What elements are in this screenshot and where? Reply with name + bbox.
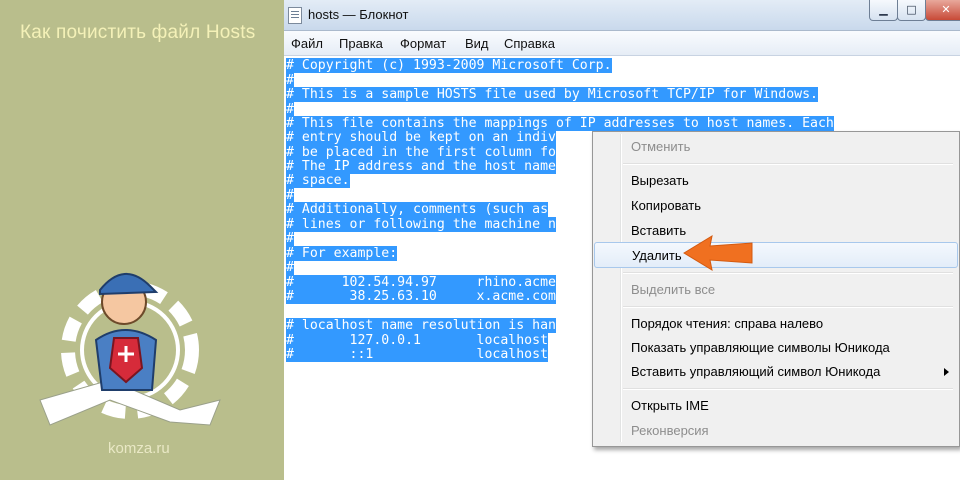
text-line: # entry should be kept on an indiv (286, 130, 556, 145)
context-menu: Отменить Вырезать Копировать Вставить Уд… (592, 131, 960, 447)
menu-item-open-ime[interactable]: Открыть IME (595, 395, 957, 417)
selected-text: # (286, 73, 294, 88)
text-line: # (286, 73, 294, 88)
notepad-icon (288, 7, 302, 24)
menu-item-paste-label: Вставить (631, 223, 687, 238)
selected-text: # (286, 188, 294, 203)
text-line: # The IP address and the host name (286, 159, 556, 174)
selected-text: # localhost name resolution is han (286, 318, 556, 333)
close-icon: ✕ (941, 3, 951, 16)
menu-separator (623, 163, 953, 165)
selected-text: # (286, 260, 294, 275)
text-line: # 127.0.0.1 localhost (286, 333, 549, 348)
selected-text: # entry should be kept on an indiv (286, 130, 556, 145)
site-watermark: komza.ru (108, 440, 170, 457)
close-button[interactable]: ✕ (925, 0, 960, 21)
text-line: # (286, 231, 294, 246)
menu-format[interactable]: Формат (400, 36, 446, 51)
window-title: hosts — Блокнот (308, 7, 409, 22)
text-line: # This is a sample HOSTS file used by Mi… (286, 87, 818, 102)
menu-item-rtl-label: Порядок чтения: справа налево (631, 316, 824, 331)
menu-item-delete-label: Удалить (632, 248, 682, 263)
menu-item-select-all[interactable]: Выделить все (595, 279, 957, 301)
menu-item-paste[interactable]: Вставить (595, 220, 957, 242)
text-line: # ::1 localhost (286, 347, 549, 362)
minimize-button[interactable]: ▁ (869, 0, 898, 21)
menu-item-open-ime-label: Открыть IME (631, 398, 709, 413)
menu-item-undo-label: Отменить (631, 139, 691, 154)
selected-text: # For example: (286, 246, 398, 261)
text-line: # 102.54.94.97 rhino.acme (286, 275, 556, 290)
selected-text: # space. (286, 173, 350, 188)
menu-item-insert-unicode-label: Вставить управляющий символ Юникода (631, 364, 881, 379)
menu-item-select-all-label: Выделить все (631, 282, 716, 297)
menu-item-insert-unicode[interactable]: Вставить управляющий символ Юникода (595, 361, 957, 383)
text-line: # be placed in the first column fo (286, 145, 556, 160)
text-line: # space. (286, 173, 350, 188)
minimize-icon: ▁ (879, 3, 888, 16)
menu-help[interactable]: Справка (504, 36, 555, 51)
menu-item-cut-label: Вырезать (631, 173, 689, 188)
menu-edit[interactable]: Правка (339, 36, 383, 51)
menu-separator (623, 388, 953, 390)
selected-text: # This file contains the mappings of IP … (286, 116, 834, 131)
menu-item-rtl[interactable]: Порядок чтения: справа налево (595, 313, 957, 335)
menu-separator (623, 306, 953, 308)
menu-bar: Файл Правка Формат Вид Справка (284, 31, 960, 56)
selected-text: # This is a sample HOSTS file used by Mi… (286, 87, 818, 102)
text-line: # 38.25.63.10 x.acme.com (286, 289, 556, 304)
text-line: # This file contains the mappings of IP … (286, 116, 834, 131)
menu-item-reconversion-label: Реконверсия (631, 423, 709, 438)
selected-text: # 102.54.94.97 rhino.acme (286, 275, 556, 290)
menu-view[interactable]: Вид (465, 36, 489, 51)
menu-item-copy-label: Копировать (631, 198, 701, 213)
text-line: # (286, 188, 294, 203)
text-line: # Additionally, comments (such as (286, 202, 549, 217)
text-line: # (286, 102, 294, 117)
selected-text: # Additionally, comments (such as (286, 202, 549, 217)
text-line: # Copyright (c) 1993-2009 Microsoft Corp… (286, 58, 612, 73)
selected-text: # 127.0.0.1 localhost (286, 333, 549, 348)
banner-title: Как почистить файл Hosts (20, 22, 256, 43)
menu-item-cut[interactable]: Вырезать (595, 170, 957, 192)
selected-text: # ::1 localhost (286, 347, 549, 362)
text-line: # localhost name resolution is han (286, 318, 556, 333)
menu-item-show-unicode[interactable]: Показать управляющие символы Юникода (595, 337, 957, 359)
menu-item-copy[interactable]: Копировать (595, 195, 957, 217)
banner-panel: Как почистить файл Hosts komza.ru (0, 0, 284, 480)
menu-item-undo[interactable]: Отменить (595, 136, 957, 158)
text-line: # For example: (286, 246, 398, 261)
maximize-button[interactable]: □ (897, 0, 926, 21)
submenu-arrow-icon (944, 368, 949, 376)
menu-item-show-unicode-label: Показать управляющие символы Юникода (631, 340, 890, 355)
title-bar[interactable]: hosts — Блокнот ▁ □ ✕ (284, 0, 960, 31)
menu-item-reconversion[interactable]: Реконверсия (595, 420, 957, 442)
selected-text: # lines or following the machine n (286, 217, 556, 232)
menu-separator (623, 272, 953, 274)
text-line: # (286, 260, 294, 275)
pointer-arrow-icon (683, 234, 753, 272)
selected-text: # Copyright (c) 1993-2009 Microsoft Corp… (286, 58, 612, 73)
menu-file[interactable]: Файл (291, 36, 323, 51)
mechanic-logo (39, 272, 221, 426)
selected-text: # 38.25.63.10 x.acme.com (286, 289, 556, 304)
selected-text: # (286, 102, 294, 117)
maximize-icon: □ (906, 3, 917, 16)
selected-text: # (286, 231, 294, 246)
selected-text: # The IP address and the host name (286, 159, 556, 174)
selected-text: # be placed in the first column fo (286, 145, 556, 160)
menu-item-delete[interactable]: Удалить (594, 242, 958, 268)
text-line: # lines or following the machine n (286, 217, 556, 232)
